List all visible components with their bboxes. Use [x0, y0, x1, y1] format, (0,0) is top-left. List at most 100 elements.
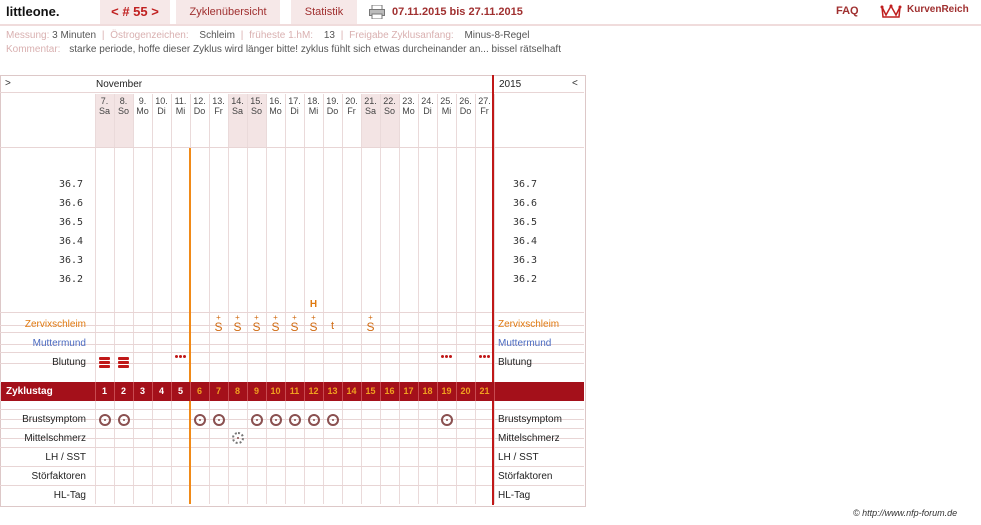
zervix-mark: + S — [271, 313, 280, 334]
crown-logo-icon[interactable] — [880, 3, 902, 22]
day-header: 19. Do — [323, 96, 342, 116]
cycle-bar-sep — [323, 382, 324, 401]
day-header: 26. Do — [456, 96, 475, 116]
grid-vline — [114, 94, 115, 504]
row-label-mittel: Mittelschmerz — [24, 433, 86, 444]
day-weekday: Mi — [308, 106, 319, 116]
coverline — [189, 148, 191, 504]
cycle-bar-sep — [247, 382, 248, 401]
tab-cycle-overview[interactable]: Zyklenübersicht — [176, 0, 280, 24]
row-label-zervix: Zervixschleim — [24, 319, 86, 330]
cycle-day-number: 6 — [196, 386, 202, 396]
row-label-right-blutung: Blutung — [498, 357, 532, 368]
day-weekday: Do — [326, 106, 339, 116]
day-date: 12. — [193, 96, 206, 106]
cycle-day-number: 15 — [365, 386, 376, 396]
day-date: 18. — [307, 96, 320, 106]
day-weekday: Mo — [402, 106, 415, 116]
zervix-mark: + S — [366, 313, 375, 334]
breast-symptom-icon — [308, 414, 320, 426]
day-date: 20. — [345, 96, 358, 106]
bleeding-mark — [118, 357, 129, 360]
day-weekday: Do — [459, 106, 472, 116]
cycle-number-nav[interactable]: < # 55 > — [100, 0, 170, 24]
day-header: 23. Mo — [399, 96, 418, 116]
hm-label: früheste 1.hM: — [249, 30, 314, 41]
day-date: 14. — [231, 96, 244, 106]
temp-tick-right: 36.5 — [513, 217, 538, 228]
grid-hline — [0, 147, 584, 148]
printer-icon[interactable] — [369, 4, 385, 20]
row-label-brust: Brustsymptom — [22, 414, 86, 425]
cycle-bar-sep — [304, 382, 305, 401]
grid-vline — [437, 94, 438, 504]
temp-tick-left: 36.2 — [59, 274, 84, 285]
day-header: 20. Fr — [342, 96, 361, 116]
cycle-bar-sep — [190, 382, 191, 401]
day-weekday: Fr — [347, 106, 356, 116]
day-date: 8. — [119, 96, 128, 106]
faq-link[interactable]: FAQ — [836, 5, 859, 17]
cycle-day-number: 8 — [234, 386, 240, 396]
grid-vline — [152, 94, 153, 504]
comment-value: starke periode, hoffe dieser Zyklus wird… — [69, 44, 561, 55]
row-divider — [0, 344, 584, 345]
cycle-day-number: 1 — [101, 386, 107, 396]
day-header: 13. Fr — [209, 96, 228, 116]
peak-marker: H — [309, 299, 318, 310]
messung-label: Messung: — [6, 30, 50, 41]
row-label-blutung: Blutung — [52, 357, 86, 368]
cycle-day-number: 13 — [327, 386, 338, 396]
grid-vline — [133, 94, 134, 504]
day-header: 21. Sa — [361, 96, 380, 116]
day-date: 10. — [155, 96, 168, 106]
grid-vline — [95, 94, 96, 504]
grid-vline — [475, 94, 476, 504]
cycle-chart: > < November 2015 7. Sa 8. So 9. Mo 10. Di 11. Mi… — [0, 75, 586, 507]
day-header: 10. Di — [152, 96, 171, 116]
temp-tick-left: 36.4 — [59, 236, 84, 247]
cycle-bar-sep — [361, 382, 362, 401]
logo-text[interactable]: KurvenReich — [907, 4, 969, 15]
cycle-day-number: 19 — [441, 386, 452, 396]
breast-symptom-icon — [118, 414, 130, 426]
day-date: 16. — [269, 96, 282, 106]
zervix-mark: + S — [252, 313, 261, 334]
cycle-bar-sep — [380, 382, 381, 401]
day-date: 22. — [383, 96, 396, 106]
breast-symptom-icon — [99, 414, 111, 426]
row-divider — [0, 447, 584, 448]
row-divider — [0, 466, 584, 467]
temp-tick-left: 36.3 — [59, 255, 84, 266]
day-header: 12. Do — [190, 96, 209, 116]
temp-tick-left: 36.6 — [59, 198, 84, 209]
cycle-bar-sep — [285, 382, 286, 401]
grid-vline — [418, 94, 419, 504]
bleeding-mark — [118, 365, 129, 368]
cycle-bar-sep — [494, 382, 495, 401]
oestrogen-label: Östrogenzeichen: — [110, 30, 189, 41]
row-label-hl: HL-Tag — [53, 490, 86, 501]
day-date: 21. — [364, 96, 377, 106]
breast-symptom-icon — [441, 414, 453, 426]
day-date: 7. — [100, 96, 109, 106]
grid-vline — [266, 94, 267, 504]
cycle-bar-sep — [95, 382, 96, 401]
tab-statistics[interactable]: Statistik — [291, 0, 357, 24]
grid-vline — [323, 94, 324, 504]
day-header: 8. So — [114, 96, 133, 116]
cycle-day-number: 2 — [120, 386, 126, 396]
breast-symptom-icon — [289, 414, 301, 426]
copyright: © http://www.nfp-forum.de — [853, 508, 958, 518]
mittelschmerz-icon — [232, 432, 244, 444]
temp-tick-right: 36.6 — [513, 198, 538, 209]
cycle-day-number: 11 — [289, 386, 300, 396]
cycle-day-label: Zyklustag — [6, 386, 53, 397]
zervix-mark: + S — [309, 313, 318, 334]
cycle-bar-sep — [133, 382, 134, 401]
cycle-bar-sep — [171, 382, 172, 401]
row-divider — [0, 363, 584, 364]
cycle-bar-sep — [209, 382, 210, 401]
grid-vline — [342, 94, 343, 504]
day-header: 16. Mo — [266, 96, 285, 116]
